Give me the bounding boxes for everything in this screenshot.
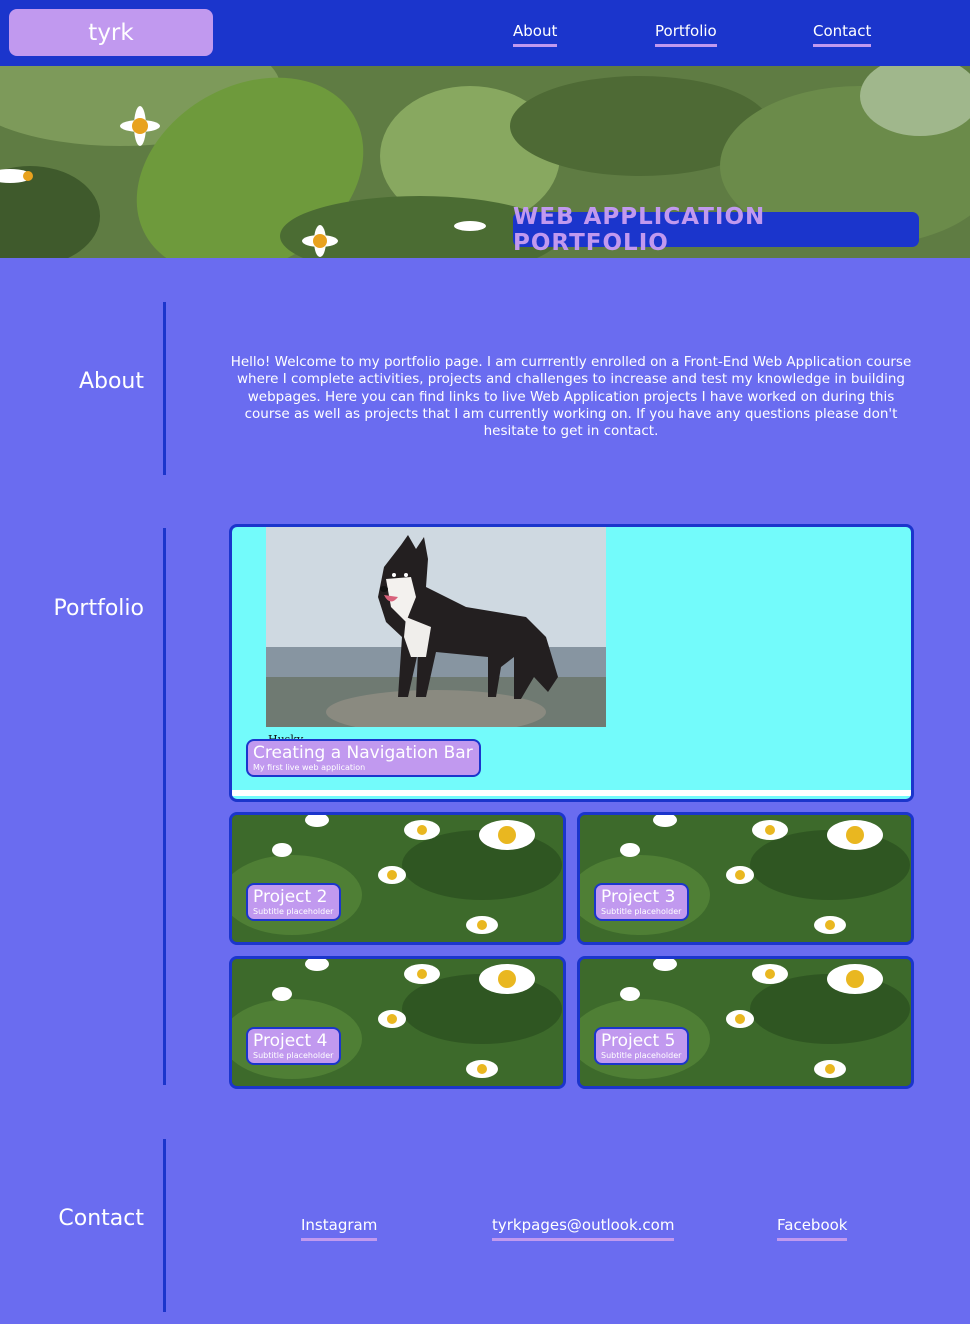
husky-image [266,527,606,727]
portfolio-heading: Portfolio [53,596,144,621]
project-card-3[interactable]: Project 3 Subtitle placeholder [577,812,914,945]
portfolio-divider [163,528,166,1085]
project-5-label: Project 5 Subtitle placeholder [594,1027,690,1065]
contact-divider [163,1139,166,1312]
facebook-link[interactable]: Facebook [777,1216,848,1241]
daisy-field-graphic [580,959,911,1086]
hero-title: WEB APPLICATION PORTFOLIO [513,204,919,256]
daisy-field-graphic [232,959,563,1086]
daisy-field-graphic [232,815,563,942]
project-card-4[interactable]: Project 4 Subtitle placeholder [229,956,566,1089]
nav-contact-link[interactable]: Contact [813,22,872,47]
featured-project-subtitle: My first live web application [253,763,366,772]
featured-project-title: Creating a Navigation Bar [253,743,473,763]
project-4-label: Project 4 Subtitle placeholder [246,1027,342,1065]
contact-heading: Contact [58,1206,144,1231]
about-heading: About [78,369,144,394]
project-card-5[interactable]: Project 5 Subtitle placeholder [577,956,914,1089]
about-text: Hello! Welcome to my portfolio page. I a… [230,354,912,440]
nav-about-link[interactable]: About [513,22,558,47]
email-link[interactable]: tyrkpages@outlook.com [492,1216,675,1241]
featured-card-strip [232,790,911,796]
project-2-label: Project 2 Subtitle placeholder [246,883,342,921]
featured-project-card[interactable]: Husky Creating a Navigation Bar My first… [229,524,914,802]
about-divider [163,302,166,475]
project-5-subtitle: Subtitle placeholder [601,1051,682,1060]
project-5-title: Project 5 [601,1031,676,1051]
project-3-title: Project 3 [601,887,676,907]
project-3-label: Project 3 Subtitle placeholder [594,883,690,921]
featured-project-label[interactable]: Creating a Navigation Bar My first live … [246,739,481,777]
project-3-subtitle: Subtitle placeholder [601,907,682,916]
project-2-subtitle: Subtitle placeholder [253,907,334,916]
site-header: tyrk About Portfolio Contact [0,0,970,66]
husky-dog-graphic [266,527,606,727]
project-4-title: Project 4 [253,1031,328,1051]
project-card-2[interactable]: Project 2 Subtitle placeholder [229,812,566,945]
project-2-title: Project 2 [253,887,328,907]
project-4-subtitle: Subtitle placeholder [253,1051,334,1060]
daisy-field-graphic [580,815,911,942]
logo-button[interactable]: tyrk [9,9,213,56]
nav-portfolio-link[interactable]: Portfolio [655,22,717,47]
instagram-link[interactable]: Instagram [301,1216,378,1241]
